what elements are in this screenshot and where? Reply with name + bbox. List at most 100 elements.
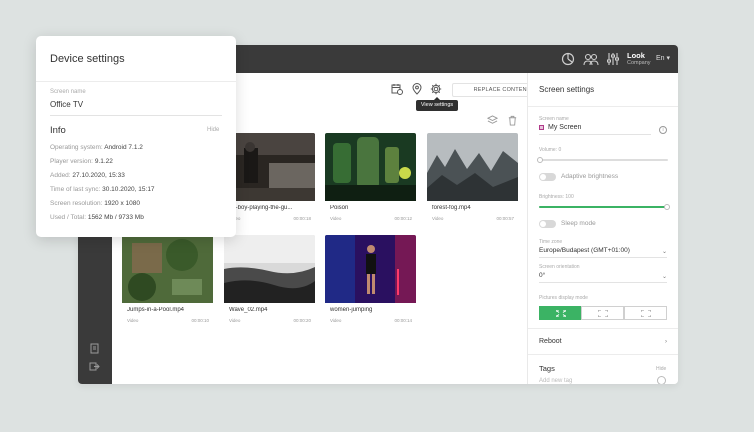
media-duration: 00:00:18 (293, 216, 311, 221)
reboot-item[interactable]: Reboot (539, 338, 562, 345)
view-settings-tooltip: View settings (416, 97, 458, 111)
info-row: Screen resolution: 1920 x 1080 (50, 200, 140, 207)
brightness-slider-fill (539, 206, 668, 208)
screen-name-label: Screen name (539, 116, 569, 122)
media-thumbnail (325, 235, 416, 303)
media-duration: 00:00:10 (191, 318, 209, 323)
device-settings-popup: Device settings Screen name Office TV In… (36, 36, 236, 237)
media-type: Video (127, 318, 139, 323)
display-mode-fit-button[interactable] (581, 306, 624, 320)
info-value: 30.10.2020, 15:17 (102, 186, 155, 193)
media-card[interactable]: en-boy-playing-the-gu... Video 00:00:18 (224, 133, 315, 227)
time-zone-label: Time zone (539, 239, 563, 245)
info-hide-link[interactable]: Hide (207, 127, 219, 133)
media-name: forest-fog.mp4 (432, 205, 471, 211)
info-label: Player version: (50, 158, 93, 165)
volume-slider-knob[interactable] (537, 157, 543, 163)
media-name: Jumps-in-a-Pool.mp4 (127, 307, 185, 313)
user-company: Company (627, 60, 651, 66)
display-mode-fill-button[interactable] (539, 306, 582, 320)
media-thumbnail (122, 235, 213, 303)
screen-settings-title: Screen settings (539, 85, 595, 94)
tags-title: Tags (539, 364, 555, 373)
orientation-label: Screen orientation (539, 264, 580, 270)
orientation-select[interactable]: 0° (539, 272, 545, 279)
media-duration: 00:00:14 (394, 318, 412, 323)
chevron-down-icon: ⌄ (661, 274, 667, 280)
divider (528, 328, 678, 329)
user-menu[interactable]: Look Company (627, 51, 651, 67)
location-pin-icon[interactable] (411, 83, 423, 95)
info-label: Screen resolution: (50, 200, 103, 207)
media-name: Poison (330, 205, 349, 211)
media-duration: 00:00:20 (293, 318, 311, 323)
brightness-slider-knob[interactable] (664, 204, 670, 210)
add-tag-icon[interactable] (657, 376, 666, 384)
device-screen-name-field[interactable]: Office TV (50, 100, 83, 109)
brightness-slider[interactable] (539, 204, 670, 210)
document-icon[interactable] (89, 343, 100, 354)
info-row: Used / Total: 1562 Mb / 9733 Mb (50, 214, 144, 221)
logout-icon[interactable] (89, 361, 100, 372)
info-icon[interactable]: i (659, 126, 667, 134)
select-underline (539, 257, 667, 258)
device-settings-title: Device settings (50, 53, 125, 65)
add-tag-input[interactable]: Add new tag (539, 378, 572, 384)
select-underline (539, 282, 667, 283)
color-swatch[interactable] (539, 125, 544, 130)
divider (36, 81, 236, 82)
layers-icon[interactable] (487, 115, 498, 126)
info-row: Added: 27.10.2020, 15:33 (50, 172, 125, 179)
media-card[interactable]: Jumps-in-a-Pool.mp4 Video 00:00:10 (122, 235, 213, 329)
info-label: Operating system: (50, 144, 103, 151)
screen-name-field[interactable]: My Screen (548, 124, 581, 131)
media-type: Video (330, 318, 342, 323)
info-label: Time of last sync: (50, 186, 101, 193)
display-mode-original-button[interactable] (624, 306, 667, 320)
info-section-title: Info (50, 125, 66, 136)
media-duration: 00:00:57 (496, 216, 514, 221)
divider (528, 106, 678, 107)
screen-settings-panel: Screen settings Screen name My Screen i … (527, 73, 678, 384)
media-card[interactable]: Poison Video 00:00:12 (325, 133, 416, 227)
media-thumbnail (224, 235, 315, 303)
sliders-icon[interactable] (606, 52, 620, 66)
media-thumbnail (325, 133, 416, 201)
info-label: Added: (50, 172, 71, 179)
divider (528, 354, 678, 355)
sleep-mode-toggle[interactable] (539, 220, 556, 228)
input-underline (539, 134, 651, 135)
media-type: Video (330, 216, 342, 221)
chart-icon[interactable] (561, 52, 575, 66)
trash-icon[interactable] (507, 115, 518, 126)
time-zone-select[interactable]: Europe/Budapest (GMT+01:00) (539, 247, 630, 254)
fit-icon (598, 310, 608, 317)
language-selector[interactable]: En ▾ (656, 54, 670, 62)
info-row: Time of last sync: 30.10.2020, 15:17 (50, 186, 155, 193)
picture-mode-label: Pictures display mode (539, 295, 588, 301)
expand-icon (556, 310, 566, 317)
info-value: Android 7.1.2 (104, 144, 143, 151)
media-thumbnail (427, 133, 518, 201)
gear-icon[interactable] (430, 83, 442, 95)
media-card[interactable]: women-jumping Video 00:00:14 (325, 235, 416, 329)
media-name: en-boy-playing-the-gu... (229, 205, 293, 211)
adaptive-brightness-label: Adaptive brightness (561, 173, 619, 180)
media-name: Wave_02.mp4 (229, 307, 268, 313)
calendar-clock-icon[interactable] (391, 83, 403, 95)
media-card[interactable]: Wave_02.mp4 Video 00:00:20 (224, 235, 315, 329)
media-name: women-jumping (330, 307, 373, 313)
info-value: 9.1.22 (94, 158, 113, 165)
media-card[interactable]: forest-fog.mp4 Video 00:00:57 (427, 133, 518, 227)
language-label: En (656, 55, 665, 62)
adaptive-brightness-toggle[interactable] (539, 173, 556, 181)
user-name: Look (627, 51, 645, 60)
chevron-right-icon: › (665, 339, 667, 345)
volume-slider[interactable] (537, 157, 668, 163)
crop-icon (641, 310, 651, 317)
tags-hide-link[interactable]: Hide (656, 366, 666, 372)
users-icon[interactable] (583, 52, 599, 66)
info-value: 1562 Mb / 9733 Mb (87, 214, 144, 221)
info-value: 27.10.2020, 15:33 (72, 172, 125, 179)
info-value: 1920 x 1080 (104, 200, 140, 207)
